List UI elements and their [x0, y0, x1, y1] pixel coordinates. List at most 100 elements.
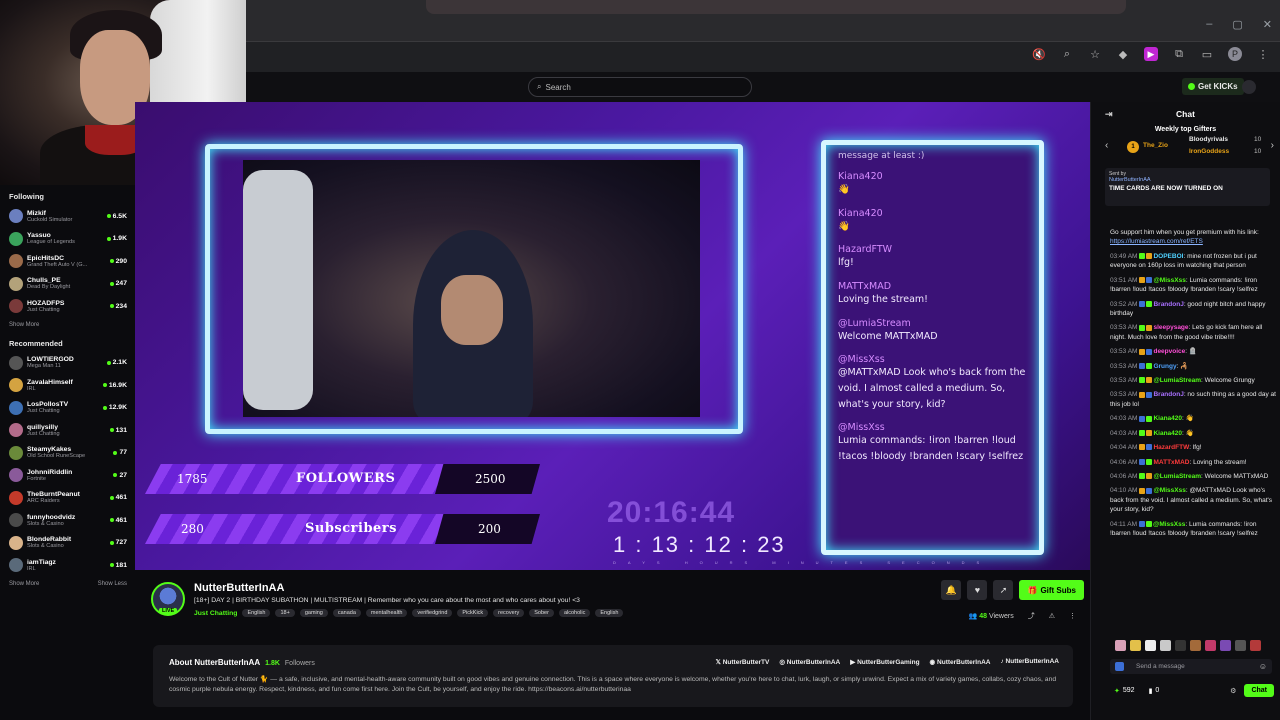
send-chat-button[interactable]: Chat: [1244, 684, 1274, 697]
stream-tag[interactable]: 18+: [275, 609, 295, 617]
emote-icon[interactable]: [1250, 640, 1261, 651]
streamer-name[interactable]: NutterButterInAA: [194, 582, 284, 594]
stream-tag[interactable]: gaming: [299, 609, 328, 617]
show-less-recommended[interactable]: Show Less: [98, 581, 127, 587]
stream-tag[interactable]: PickKick: [457, 609, 489, 617]
sidepanel-icon[interactable]: ▭: [1200, 47, 1214, 61]
stream-tag[interactable]: canada: [332, 609, 361, 617]
stream-tag[interactable]: mentalhealth: [365, 609, 408, 617]
gifters-next-icon[interactable]: ›: [1271, 140, 1274, 151]
sidebar-channel-item[interactable]: Yassuo League of Legends 1.9K: [9, 228, 135, 251]
chat-username[interactable]: DOPEBOI: [1153, 253, 1183, 260]
chat-username[interactable]: Kiana420: [1153, 430, 1182, 437]
gifter-3-name[interactable]: IronGoddess: [1189, 148, 1229, 155]
gifter-1-name[interactable]: The_Zio: [1143, 142, 1168, 149]
stream-tag[interactable]: recovery: [493, 609, 525, 617]
sidebar-channel-item[interactable]: JohnniRiddlin Fortnite 27: [9, 464, 135, 487]
sidebar-channel-item[interactable]: EpicHitsDC Grand Theft Auto V (G... 290: [9, 250, 135, 273]
profile-avatar[interactable]: P: [1228, 47, 1242, 61]
social-link[interactable]: ◎ NutterButterInAA: [779, 658, 840, 666]
social-link[interactable]: 𝕏 NutterButterTV: [716, 658, 770, 666]
chat-message-input[interactable]: Send a message ☺: [1110, 659, 1272, 674]
sidebar-channel-item[interactable]: Mizkif Cuckold Simulator 6.5K: [9, 205, 135, 228]
sidebar-channel-item[interactable]: iamTiagz IRL 181: [9, 554, 135, 577]
chat-link[interactable]: https://lumiastream.com/ref/ETS: [1110, 238, 1203, 245]
show-more-following[interactable]: Show More: [9, 318, 135, 332]
chat-badge-icon[interactable]: [1115, 662, 1124, 671]
chat-username[interactable]: @MissXss: [1153, 487, 1185, 494]
social-link[interactable]: ◉ NutterButterInAA: [930, 658, 991, 666]
chat-username[interactable]: @MissXss: [1153, 521, 1185, 528]
stream-tag[interactable]: verifiedgrind: [412, 609, 453, 617]
show-more-recommended[interactable]: Show More: [9, 581, 39, 587]
active-tab[interactable]: [426, 0, 1126, 14]
sidebar-channel-item[interactable]: ZavalaHimself IRL 16.9K: [9, 374, 135, 397]
sidebar-channel-item[interactable]: quillysilly Just Chatting 131: [9, 419, 135, 442]
notification-bell-button[interactable]: 🔔: [941, 580, 962, 600]
sidebar-channel-item[interactable]: Chulls_PE Dead By Daylight 247: [9, 273, 135, 296]
extension-pink-icon[interactable]: ▶: [1144, 47, 1158, 61]
stream-tag[interactable]: English: [595, 609, 624, 617]
share-icon[interactable]: ⤴: [1028, 611, 1035, 621]
chat-username[interactable]: HazardFTW: [1153, 444, 1189, 451]
chat-username[interactable]: @LumiaStream: [1153, 473, 1201, 480]
chat-username[interactable]: Grungy: [1153, 363, 1176, 370]
sidebar-channel-item[interactable]: HOZADFPS Just Chatting 234: [9, 295, 135, 318]
more-icon[interactable]: ⋮: [1069, 612, 1076, 620]
social-link[interactable]: ▶ NutterButterGaming: [850, 658, 919, 666]
zoom-icon[interactable]: ⌕: [1060, 47, 1074, 61]
sidebar-channel-item[interactable]: LOWTIERGOD Mega Man 11 2.1K: [9, 352, 135, 375]
gift-arrow-button[interactable]: ➚: [993, 580, 1014, 600]
emote-icon[interactable]: [1190, 640, 1201, 651]
close-window-button[interactable]: ✕: [1263, 18, 1272, 31]
gifters-prev-icon[interactable]: ‹: [1105, 140, 1108, 151]
follow-heart-button[interactable]: ♥: [967, 580, 988, 600]
social-link[interactable]: ♪ NutterButterInAA: [1000, 658, 1059, 666]
pinned-user[interactable]: NutterButterInAA: [1109, 177, 1266, 183]
chat-settings-icon[interactable]: ⚙: [1230, 687, 1236, 695]
chat-username[interactable]: Kiana420: [1153, 415, 1182, 422]
report-icon[interactable]: ⚠: [1049, 612, 1055, 620]
stream-tag[interactable]: Sober: [529, 609, 554, 617]
extra-counter[interactable]: ▮ 0: [1149, 687, 1160, 695]
emote-icon[interactable]: [1160, 640, 1171, 651]
emote-icon[interactable]: [1235, 640, 1246, 651]
maximize-button[interactable]: ▢: [1232, 18, 1242, 31]
sidebar-channel-item[interactable]: TheBurntPeanut ARC Raiders 461: [9, 487, 135, 510]
channel-points[interactable]: ✦ 592: [1114, 687, 1135, 695]
sidebar-channel-item[interactable]: funnyhoodvidz Slots & Casino 461: [9, 509, 135, 532]
chat-username[interactable]: BrandonJ: [1153, 301, 1183, 308]
mute-icon[interactable]: 🔇: [1032, 47, 1046, 61]
collapse-chat-icon[interactable]: ⇥: [1105, 109, 1113, 120]
extension-diamond-icon[interactable]: ◆: [1116, 47, 1130, 61]
search-input[interactable]: ⌕ Search: [528, 77, 752, 97]
gift-subs-button[interactable]: 🎁 Gift Subs: [1019, 580, 1084, 600]
emote-icon[interactable]: [1175, 640, 1186, 651]
puzzle-icon[interactable]: ⧉: [1172, 47, 1186, 61]
stream-tag[interactable]: English: [242, 609, 271, 617]
chat-username[interactable]: MATTxMAD: [1153, 459, 1189, 466]
chat-username[interactable]: BrandonJ: [1153, 391, 1183, 398]
chat-username[interactable]: @MissXss: [1153, 277, 1185, 284]
emote-icon[interactable]: [1205, 640, 1216, 651]
chat-username[interactable]: deepvoice: [1153, 348, 1185, 355]
menu-icon[interactable]: ⋮: [1256, 47, 1270, 61]
emoji-icon[interactable]: ☺: [1259, 662, 1267, 671]
user-avatar[interactable]: [1242, 80, 1256, 94]
stream-tag[interactable]: alcoholic: [558, 609, 591, 617]
emote-icon[interactable]: [1130, 640, 1141, 651]
sidebar-channel-item[interactable]: BlondeRabbit Slots & Casino 727: [9, 532, 135, 555]
star-icon[interactable]: ☆: [1088, 47, 1102, 61]
minimize-button[interactable]: –: [1206, 18, 1212, 31]
gifter-2-name[interactable]: Bloodyrivals: [1189, 136, 1228, 143]
emote-icon[interactable]: [1145, 640, 1156, 651]
sidebar-channel-item[interactable]: LosPollosTV Just Chatting 12.9K: [9, 397, 135, 420]
chat-username[interactable]: @LumiaStream: [1153, 377, 1201, 384]
sidebar-channel-item[interactable]: SteamyKakes Old School RuneScape 77: [9, 442, 135, 465]
get-kicks-button[interactable]: Get KICKs: [1182, 78, 1244, 95]
stream-video[interactable]: message at least :) Kiana420 👋 Kiana420 👋 Ha…: [135, 102, 1090, 570]
chat-username[interactable]: sleepysage: [1153, 324, 1188, 331]
emote-icon[interactable]: [1115, 640, 1126, 651]
emote-icon[interactable]: [1220, 640, 1231, 651]
category-link[interactable]: Just Chatting: [194, 610, 237, 617]
